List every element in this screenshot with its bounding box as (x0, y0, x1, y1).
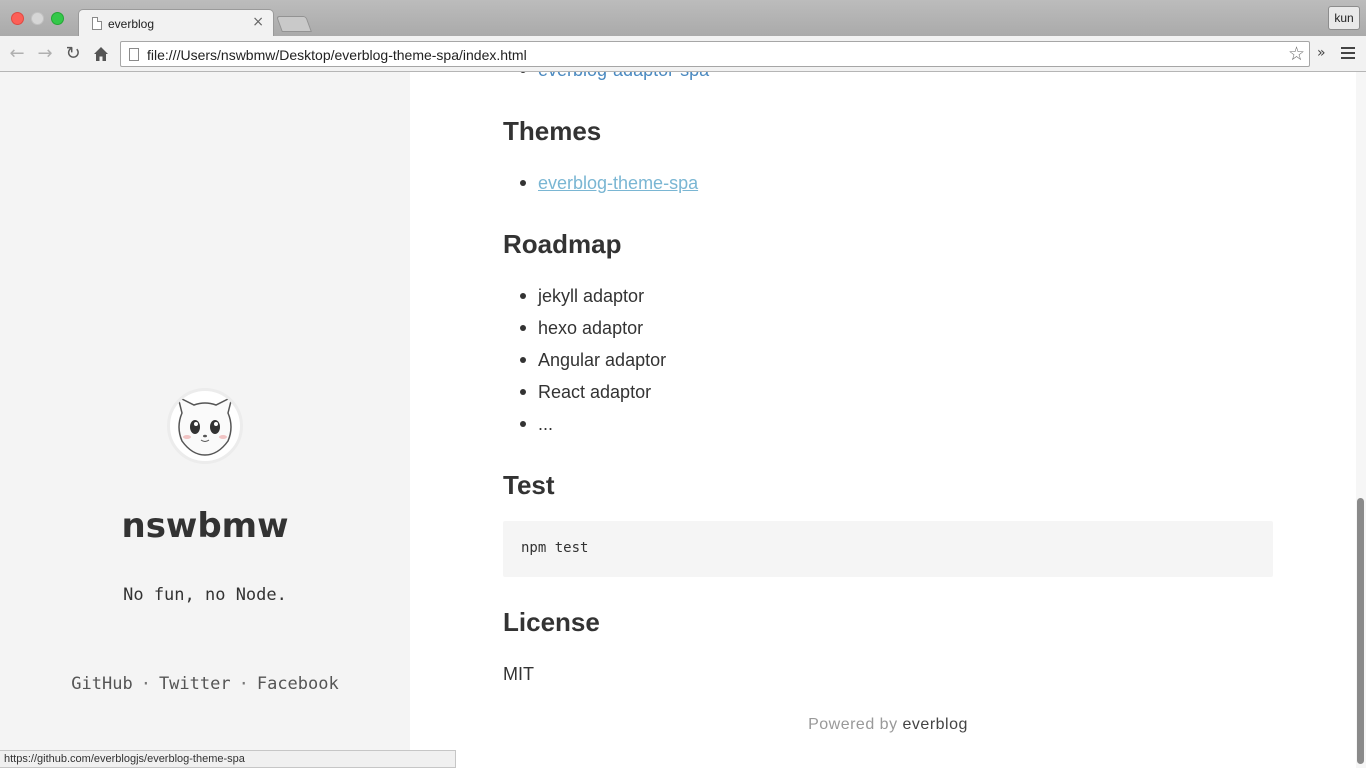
address-bar[interactable]: file:///Users/nswbmw/Desktop/everblog-th… (120, 41, 1310, 67)
window-maximize-button[interactable] (51, 12, 64, 25)
adaptor-link[interactable]: everblog-adaptor-spa (538, 72, 709, 80)
list-item: React adaptor (519, 376, 666, 408)
browser-titlebar: everblog × kun (0, 0, 1366, 36)
profile-sidebar: nswbmw No fun, no Node. GitHub · Twitter · F… (0, 72, 410, 768)
back-arrow-icon[interactable]: ← (6, 43, 28, 65)
browser-menu-icon[interactable] (1341, 47, 1355, 62)
page-info-icon[interactable] (129, 48, 139, 61)
code-block: npm test (503, 521, 1273, 577)
list-item: Angular adaptor (519, 344, 666, 376)
link-separator: · (140, 674, 151, 694)
list-item: jekyll adaptor (519, 280, 666, 312)
social-links: GitHub · Twitter · Facebook (0, 674, 410, 694)
bookmark-star-icon[interactable]: ☆ (1288, 43, 1305, 65)
theme-link[interactable]: everblog-theme-spa (538, 173, 698, 193)
twitter-link[interactable]: Twitter (159, 674, 231, 694)
themes-heading: Themes (503, 116, 602, 146)
license-text: MIT (503, 664, 534, 684)
license-heading: License (503, 607, 600, 637)
list-item: everblog-theme-spa (519, 167, 698, 199)
window-minimize-button[interactable] (31, 12, 44, 25)
themes-list: everblog-theme-spa (519, 167, 698, 199)
status-bar-url: https://github.com/everblogjs/everblog-t… (0, 750, 456, 768)
home-icon[interactable] (90, 43, 112, 65)
github-link[interactable]: GitHub (71, 674, 132, 694)
tab-close-icon[interactable]: × (252, 14, 264, 30)
code-text: npm test (521, 540, 589, 556)
link-separator: · (238, 674, 249, 694)
article-content: everblog-adaptor-spa Themes everblog-the… (410, 72, 1356, 768)
browser-tab[interactable]: everblog × (78, 9, 274, 36)
avatar (167, 388, 243, 464)
url-text[interactable]: file:///Users/nswbmw/Desktop/everblog-th… (147, 47, 527, 63)
roadmap-heading: Roadmap (503, 229, 622, 259)
facebook-link[interactable]: Facebook (257, 674, 339, 694)
profile-button[interactable]: kun (1328, 6, 1360, 30)
extensions-chevron-icon[interactable]: » (1317, 45, 1326, 61)
footer-prefix: Powered by (808, 716, 898, 733)
scrollbar-thumb[interactable] (1357, 498, 1364, 764)
new-tab-button[interactable] (276, 16, 312, 32)
document-icon (92, 17, 102, 30)
window-close-button[interactable] (11, 12, 24, 25)
browser-toolbar: ← → ↻ file:///Users/nswbmw/Desktop/everb… (0, 36, 1366, 72)
forward-arrow-icon[interactable]: → (34, 43, 56, 65)
list-item: ... (519, 408, 666, 440)
author-bio: No fun, no Node. (123, 585, 287, 605)
author-name: nswbmw (121, 506, 289, 546)
adaptors-list: everblog-adaptor-spa (519, 72, 709, 86)
reload-icon[interactable]: ↻ (62, 43, 84, 65)
page-footer: Powered by everblog (410, 716, 1366, 734)
roadmap-list: jekyll adaptor hexo adaptor Angular adap… (519, 280, 666, 440)
footer-brand-link[interactable]: everblog (903, 716, 968, 733)
test-heading: Test (503, 470, 555, 500)
tab-title: everblog (108, 17, 155, 31)
list-item: everblog-adaptor-spa (519, 72, 709, 86)
list-item: hexo adaptor (519, 312, 666, 344)
page-viewport: nswbmw No fun, no Node. GitHub · Twitter · F… (0, 72, 1366, 768)
